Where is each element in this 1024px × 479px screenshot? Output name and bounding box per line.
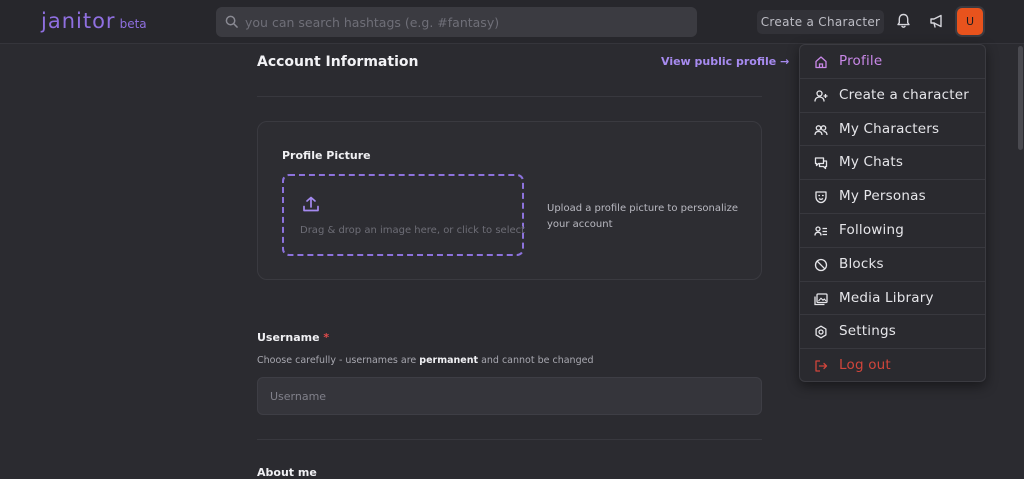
username-help-suffix: and cannot be changed — [481, 355, 594, 366]
menu-item-my-personas[interactable]: My Personas — [800, 180, 985, 214]
search-input[interactable] — [245, 7, 685, 37]
username-help-prefix: Choose carefully - usernames are — [257, 355, 417, 366]
username-label-text: Username — [257, 331, 320, 344]
about-me-label: About me — [257, 466, 317, 479]
logo-text: janitor — [41, 9, 116, 33]
view-public-profile-link[interactable]: View public profile → — [661, 55, 789, 68]
users-icon — [814, 124, 828, 135]
profile-dropdown-menu: Profile Create a character My Characters… — [799, 44, 986, 382]
menu-item-profile[interactable]: Profile — [800, 45, 985, 79]
menu-item-label: Log out — [839, 357, 891, 374]
gear-icon — [815, 325, 827, 339]
menu-item-following[interactable]: Following — [800, 214, 985, 248]
menu-item-label: Blocks — [839, 255, 884, 272]
page-title: Account Information — [257, 54, 419, 70]
logout-icon — [815, 360, 828, 372]
mask-icon — [815, 191, 827, 204]
media-icon — [814, 292, 828, 305]
menu-item-my-characters[interactable]: My Characters — [800, 113, 985, 147]
divider — [257, 439, 762, 440]
menu-item-label: Following — [839, 221, 905, 238]
menu-item-settings[interactable]: Settings — [800, 315, 985, 350]
bell-icon[interactable] — [896, 13, 911, 29]
upload-icon — [303, 196, 319, 212]
avatar[interactable]: U — [957, 8, 983, 35]
block-icon — [814, 258, 828, 271]
beta-badge: beta — [119, 17, 147, 31]
divider — [257, 96, 762, 97]
menu-item-create-character[interactable]: Create a character — [800, 79, 985, 113]
profile-picture-title: Profile Picture — [282, 149, 371, 162]
search-bar[interactable] — [216, 7, 697, 37]
menu-item-media-library[interactable]: Media Library — [800, 282, 985, 316]
logo[interactable]: janitor beta — [41, 9, 147, 33]
scrollbar[interactable] — [1018, 46, 1023, 150]
menu-item-label: Profile — [839, 53, 883, 69]
menu-item-log-out[interactable]: Log out — [800, 349, 985, 383]
username-help-bold: permanent — [419, 355, 479, 366]
menu-item-label: Create a character — [839, 86, 969, 103]
profile-picture-card: Profile Picture Drag & drop an image her… — [257, 121, 762, 280]
username-help: Choose carefully - usernames are permane… — [257, 355, 594, 366]
menu-item-label: Settings — [839, 323, 896, 340]
menu-item-label: My Personas — [839, 188, 926, 205]
menu-item-label: My Chats — [839, 154, 904, 171]
chat-icon — [814, 157, 828, 170]
user-plus-icon — [814, 90, 828, 102]
create-character-button[interactable]: Create a Character — [757, 10, 884, 34]
upload-hint: Upload a profile picture to personalize … — [547, 203, 738, 230]
username-label: Username * — [257, 331, 329, 344]
menu-item-blocks[interactable]: Blocks — [800, 248, 985, 282]
username-input[interactable] — [257, 377, 762, 415]
megaphone-icon[interactable] — [929, 13, 945, 29]
dropzone-text: Drag & drop an image here, or click to s… — [300, 225, 526, 236]
menu-item-label: My Characters — [839, 120, 940, 137]
required-mark: * — [323, 331, 330, 344]
home-icon — [815, 56, 827, 69]
top-bar: janitorbeta Create a Character U — [0, 0, 1024, 44]
menu-item-my-chats[interactable]: My Chats — [800, 146, 985, 181]
search-icon — [225, 15, 238, 28]
menu-item-label: Media Library — [839, 289, 934, 306]
image-dropzone[interactable]: Drag & drop an image here, or click to s… — [282, 174, 526, 256]
following-list-icon — [814, 226, 827, 236]
